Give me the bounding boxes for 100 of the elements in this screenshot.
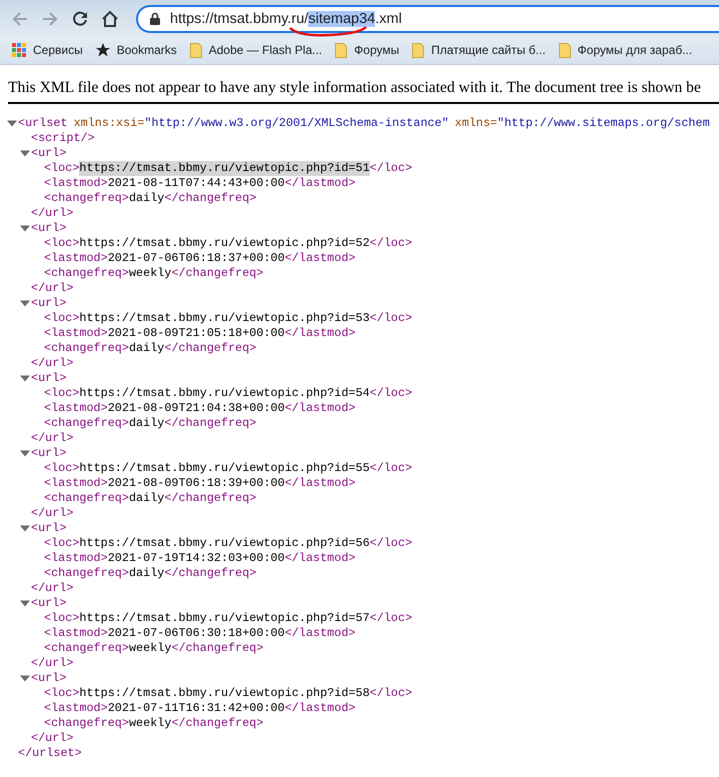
xml-tag: <changefreq> bbox=[44, 266, 129, 281]
closing-tag: </url> bbox=[31, 281, 74, 296]
folder-icon bbox=[412, 42, 424, 58]
closing-tag: </changefreq> bbox=[164, 491, 256, 506]
element-text: daily bbox=[128, 191, 164, 206]
xml-tag: <changefreq> bbox=[44, 191, 129, 206]
closing-tag: </loc> bbox=[370, 161, 412, 176]
closing-tag: </loc> bbox=[370, 461, 412, 476]
xml-tag: <url> bbox=[31, 296, 66, 311]
back-arrow-icon bbox=[11, 10, 29, 28]
element-text: 2021-08-11T07:44:43+00:00 bbox=[108, 176, 285, 191]
element-text: weekly bbox=[128, 266, 172, 281]
xml-tag: <loc> bbox=[44, 461, 80, 476]
bookmark-label: Форумы для зараб... bbox=[578, 43, 692, 57]
bookmark[interactable]: Adobe — Flash Pla... bbox=[190, 42, 322, 58]
element-text: https://tmsat.bbmy.ru/viewtopic.php?id=52 bbox=[79, 236, 370, 251]
closing-tag: </lastmod> bbox=[284, 476, 356, 491]
element-text: weekly bbox=[128, 716, 172, 731]
element-text: 2021-08-09T21:04:38+00:00 bbox=[108, 401, 285, 416]
xml-tag: <loc> bbox=[44, 536, 80, 551]
element-text: daily bbox=[128, 491, 164, 506]
closing-tag: </url> bbox=[31, 656, 74, 671]
closing-tag: </changefreq> bbox=[171, 716, 264, 731]
closing-tag: </changefreq> bbox=[171, 266, 264, 281]
bookmark[interactable]: Bookmarks bbox=[96, 43, 177, 57]
url-text: sitemap34 bbox=[308, 10, 376, 26]
element-text: daily bbox=[128, 416, 164, 431]
attribute-value: "http://www.sitemaps.org/schem bbox=[497, 116, 710, 131]
star-icon bbox=[96, 43, 110, 57]
closing-tag: </url> bbox=[31, 206, 74, 221]
closing-tag: </lastmod> bbox=[284, 701, 356, 716]
bookmark-label: Платящие сайты б... bbox=[431, 43, 546, 57]
attribute-name: xmlns= bbox=[454, 116, 498, 131]
xml-tag: <lastmod> bbox=[44, 701, 108, 716]
url-text: https://tmsat.bbmy.ru/ bbox=[170, 10, 308, 26]
folder-icon bbox=[335, 42, 348, 58]
reload-icon bbox=[71, 10, 89, 28]
xml-tag: <url> bbox=[31, 596, 66, 611]
xml-tag: <lastmod> bbox=[44, 401, 108, 416]
address-bar[interactable]: https://tmsat.bbmy.ru/sitemap34.xml bbox=[136, 4, 719, 32]
xml-tag: <changefreq> bbox=[44, 341, 129, 356]
bookmark[interactable]: Форумы bbox=[335, 42, 400, 58]
folder-icon bbox=[558, 42, 571, 58]
xml-tag: <loc> bbox=[44, 611, 80, 626]
xml-tag: <urlset bbox=[18, 116, 68, 131]
notice-text: This XML file does not appear to have any style information associated with it. The document tree is shown be bbox=[8, 78, 702, 97]
bookmark-label: Форумы bbox=[354, 43, 400, 57]
closing-tag: </changefreq> bbox=[164, 341, 256, 356]
attribute-value: "http://www.w3.org/2001/XMLSchema-instance" bbox=[144, 116, 449, 131]
xml-tag: <loc> bbox=[44, 161, 80, 176]
xml-tag: <lastmod> bbox=[44, 326, 108, 341]
closing-tag: </changefreq> bbox=[164, 416, 256, 431]
folder-icon bbox=[190, 42, 202, 58]
closing-tag: </changefreq> bbox=[164, 191, 256, 206]
element-text: 2021-08-09T06:18:39+00:00 bbox=[108, 476, 285, 491]
bookmark-label: Bookmarks bbox=[116, 43, 177, 57]
bookmark[interactable]: Форумы для зараб... bbox=[558, 42, 692, 58]
xml-tag: <lastmod> bbox=[44, 176, 108, 191]
xml-tag: <url> bbox=[31, 146, 66, 161]
xml-tag: <loc> bbox=[44, 236, 80, 251]
xml-tag: <script/> bbox=[31, 131, 95, 146]
xml-tag: <lastmod> bbox=[44, 626, 108, 641]
closing-tag: </url> bbox=[31, 506, 74, 521]
element-text: https://tmsat.bbmy.ru/viewtopic.php?id=53 bbox=[79, 311, 370, 326]
home-icon bbox=[101, 10, 119, 28]
xml-tag: <changefreq> bbox=[44, 491, 129, 506]
closing-tag: </url> bbox=[31, 731, 74, 746]
bookmark-label: Сервисы bbox=[33, 43, 83, 57]
xml-tag: <lastmod> bbox=[44, 476, 108, 491]
element-text: https://tmsat.bbmy.ru/viewtopic.php?id=57 bbox=[79, 611, 370, 626]
bookmark[interactable]: Платящие сайты б... bbox=[412, 42, 546, 58]
url-text: .xml bbox=[375, 10, 402, 26]
element-text: 2021-08-09T21:05:18+00:00 bbox=[108, 326, 285, 341]
xml-tag: <url> bbox=[31, 371, 66, 386]
closing-tag: </lastmod> bbox=[284, 551, 356, 566]
xml-tag: <changefreq> bbox=[44, 566, 129, 581]
xml-tag: <url> bbox=[31, 671, 66, 686]
bookmark[interactable]: Сервисы bbox=[12, 43, 83, 57]
closing-tag: </changefreq> bbox=[164, 566, 256, 581]
element-text: 2021-07-06T06:30:18+00:00 bbox=[108, 626, 285, 641]
closing-tag: </url> bbox=[31, 581, 74, 596]
xml-tag: <changefreq> bbox=[44, 416, 129, 431]
xml-tag: <lastmod> bbox=[44, 251, 108, 266]
xml-tag: <changefreq> bbox=[44, 641, 129, 656]
xml-tag: <loc> bbox=[44, 311, 80, 326]
closing-tag: </loc> bbox=[370, 536, 412, 551]
forward-arrow-icon bbox=[41, 10, 59, 28]
lock-icon bbox=[150, 12, 160, 25]
attribute-name: xmlns:xsi= bbox=[74, 116, 144, 131]
closing-tag: </url> bbox=[31, 431, 74, 446]
element-text: weekly bbox=[128, 641, 172, 656]
xml-tag: <url> bbox=[31, 521, 66, 536]
closing-tag: </lastmod> bbox=[284, 251, 356, 266]
closing-tag: </lastmod> bbox=[284, 326, 356, 341]
closing-tag: </loc> bbox=[370, 311, 412, 326]
xml-tag: <lastmod> bbox=[44, 551, 108, 566]
closing-tag: </loc> bbox=[370, 236, 412, 251]
closing-tag: </loc> bbox=[370, 686, 412, 701]
closing-tag: </lastmod> bbox=[284, 176, 356, 191]
element-text: 2021-07-11T16:31:42+00:00 bbox=[108, 701, 285, 716]
